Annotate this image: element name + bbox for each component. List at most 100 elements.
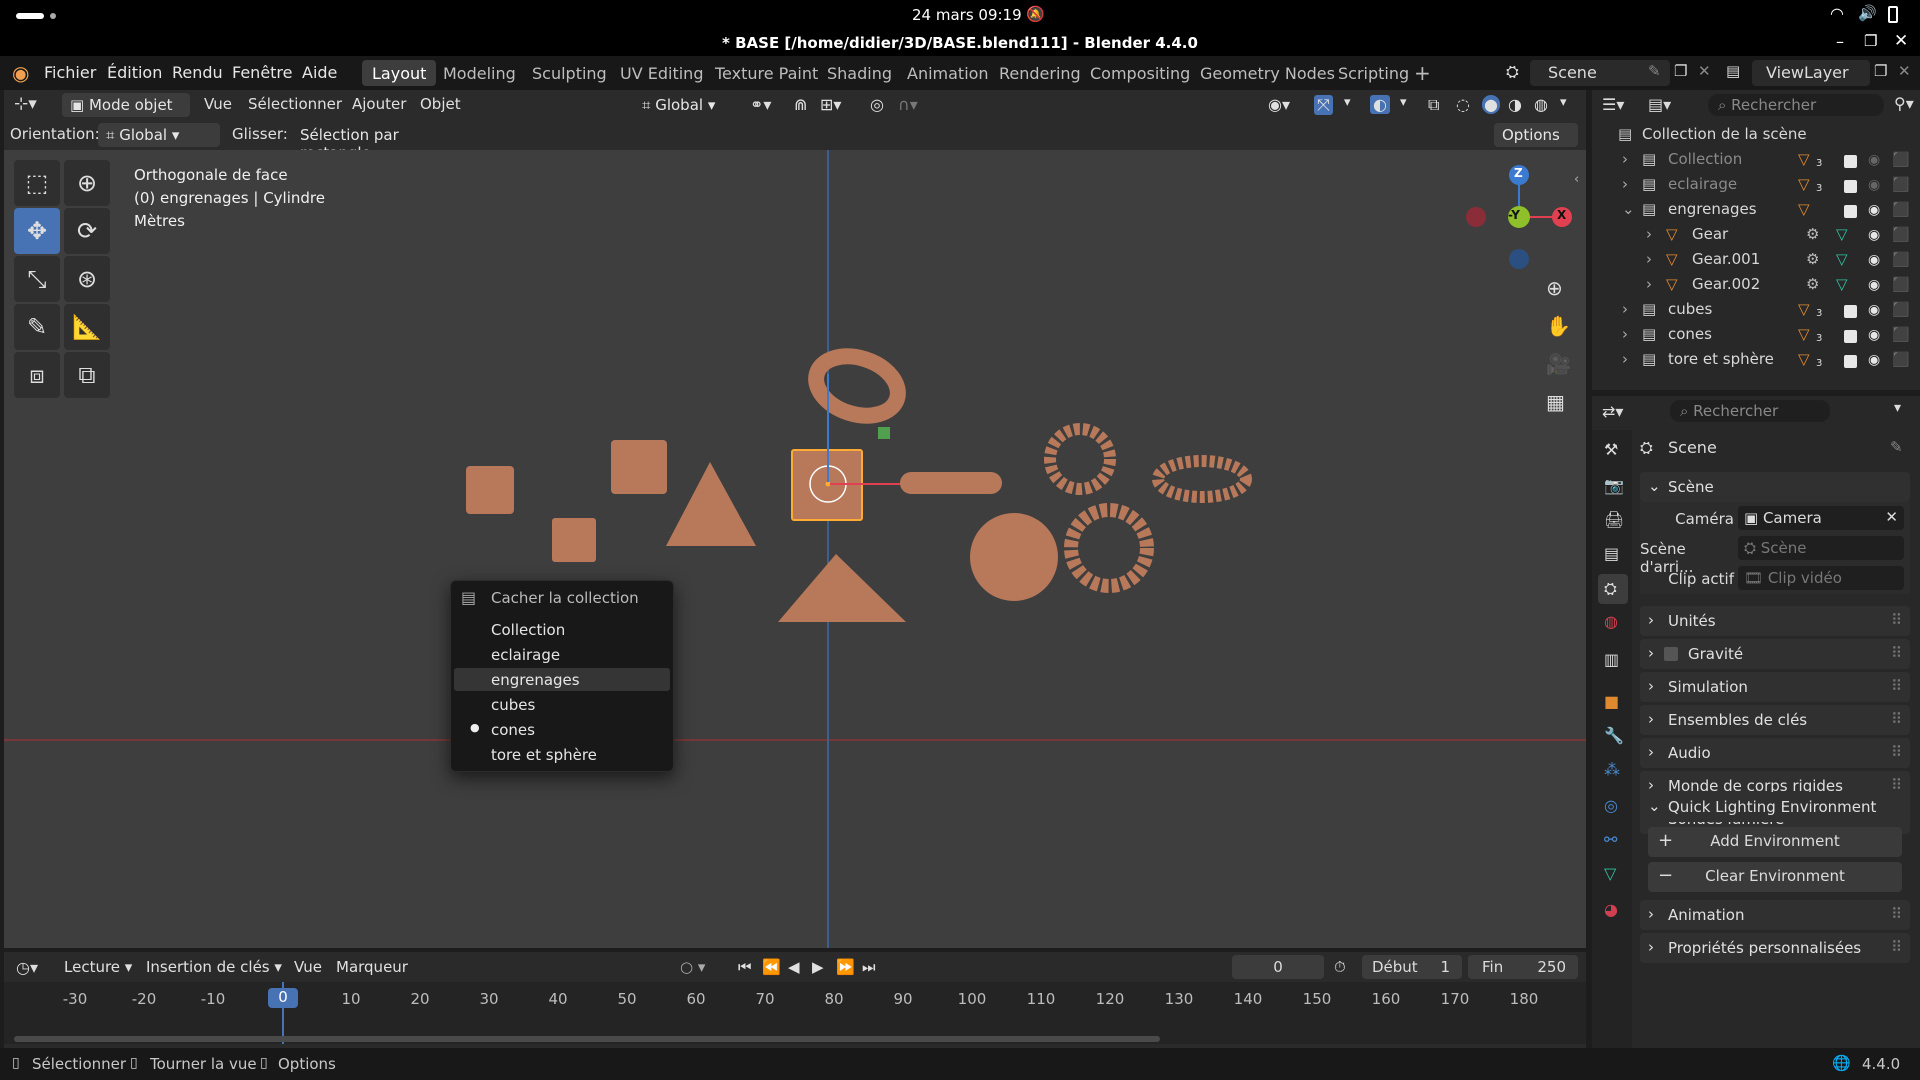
outliner-row[interactable]: › ▤ cones ▽ 3 ◉ ⬛	[1592, 324, 1920, 349]
scene-section-header[interactable]: ⌄ Scène	[1640, 472, 1910, 502]
output-tab-icon[interactable]: 🖨	[1604, 510, 1624, 529]
tool-tab-icon[interactable]: ⚒	[1604, 440, 1618, 459]
volume-icon[interactable]: 🔊	[1858, 4, 1877, 22]
camera-field[interactable]: ▣ Camera ✕	[1738, 506, 1904, 530]
drag-handle-icon[interactable]: ⠿	[1891, 611, 1902, 629]
xray-icon[interactable]: ⧉	[1428, 95, 1439, 115]
drag-handle-icon[interactable]: ⠿	[1891, 644, 1902, 662]
chevron-right-icon[interactable]: ›	[1622, 175, 1628, 193]
outliner-root[interactable]: ▤ Collection de la scène	[1592, 124, 1920, 149]
clear-camera-icon[interactable]: ✕	[1885, 508, 1898, 526]
menu-edit[interactable]: Édition	[107, 63, 162, 82]
exclude-checkbox[interactable]	[1844, 355, 1857, 368]
visibility-eye-icon[interactable]: ◉	[1868, 227, 1880, 243]
menu-item-collection[interactable]: Collection	[491, 621, 565, 639]
battery-icon[interactable]	[1888, 6, 1898, 23]
minimize-icon[interactable]: –	[1836, 32, 1844, 51]
chevron-right-icon[interactable]: ›	[1622, 325, 1628, 343]
rotate-tool[interactable]: ⟳	[64, 208, 110, 254]
wifi-icon[interactable]: ◠	[1830, 4, 1844, 23]
render-camera-icon[interactable]: ⬛	[1892, 302, 1909, 318]
add-object-tool[interactable]: ⧉	[64, 352, 110, 398]
outliner-row[interactable]: › ▤ cubes ▽ 3 ◉ ⬛	[1592, 299, 1920, 324]
exclude-checkbox[interactable]	[1844, 305, 1857, 318]
chevron-right-icon[interactable]: ›	[1646, 275, 1652, 293]
outliner-row[interactable]: › ▽ Gear.001 ⚙ ▽ ◉ ⬛	[1592, 249, 1920, 274]
menu-render[interactable]: Rendu	[172, 63, 223, 82]
shading-dropdown-icon[interactable]: ▾	[1560, 95, 1567, 110]
gizmo-dropdown-icon[interactable]: ▾	[1344, 95, 1351, 110]
world-tab-icon[interactable]: ◍	[1604, 612, 1618, 631]
timeline-editor-icon[interactable]: ◷▾	[16, 958, 38, 977]
menu-add[interactable]: Ajouter	[352, 95, 406, 113]
measure-tool[interactable]: 📐	[64, 304, 110, 350]
visibility-icon[interactable]: ◉▾	[1268, 95, 1290, 114]
drag-handle-icon[interactable]: ⠿	[1891, 938, 1902, 956]
properties-search-input[interactable]: ⌕ Rechercher	[1670, 400, 1830, 422]
viewlayer-selector[interactable]: ViewLayer	[1752, 60, 1870, 86]
chevron-right-icon[interactable]: ›	[1646, 225, 1652, 243]
tab-modeling[interactable]: Modeling	[433, 60, 526, 86]
constraints-tab-icon[interactable]: ⚯	[1604, 830, 1617, 849]
scale-tool[interactable]: ⤡	[14, 256, 60, 302]
property-section-header[interactable]: › Animation ⠿	[1640, 900, 1910, 930]
chevron-right-icon[interactable]: ›	[1622, 300, 1628, 318]
wireframe-shading-icon[interactable]: ◌	[1456, 95, 1470, 114]
visibility-eye-icon[interactable]: ◉	[1868, 352, 1880, 368]
solid-shading-icon[interactable]: ●	[1482, 95, 1500, 114]
properties-pin-icon[interactable]: ✎	[1890, 438, 1903, 456]
property-section-header[interactable]: › Ensembles de clés ⠿	[1640, 705, 1910, 735]
menu-item-tore-et-sphere[interactable]: tore et sphère	[491, 746, 597, 764]
visibility-eye-icon[interactable]: ◉	[1868, 302, 1880, 318]
exclude-checkbox[interactable]	[1844, 330, 1857, 343]
property-section-header[interactable]: › Simulation ⠿	[1640, 672, 1910, 702]
active-clip-field[interactable]: 🎞 Clip vidéo	[1738, 566, 1904, 590]
data-tab-icon[interactable]: ▽	[1604, 864, 1616, 883]
render-camera-icon[interactable]: ⬛	[1892, 352, 1909, 368]
property-section-header[interactable]: › Audio ⠿	[1640, 738, 1910, 768]
tab-shading[interactable]: Shading	[817, 60, 902, 86]
outliner-row[interactable]: › ▽ Gear.002 ⚙ ▽ ◉ ⬛	[1592, 274, 1920, 299]
chevron-right-icon[interactable]: ›	[1622, 150, 1628, 168]
playhead[interactable]: 0	[268, 988, 298, 1008]
visibility-eye-icon[interactable]: ◉	[1868, 177, 1880, 193]
exclude-checkbox[interactable]	[1844, 205, 1857, 218]
properties-options-icon[interactable]: ▾	[1894, 400, 1901, 416]
clear-environment-button[interactable]: − Clear Environment	[1648, 862, 1902, 892]
delete-viewlayer-icon[interactable]: ✕	[1898, 62, 1911, 80]
tab-scripting[interactable]: Scripting	[1328, 60, 1419, 86]
3d-viewport[interactable]: Orthogonale de face (0) engrenages | Cyl…	[4, 150, 1586, 948]
property-section-header[interactable]: › Gravité ⠿	[1640, 639, 1910, 669]
outliner-search-input[interactable]: ⌕ Rechercher	[1708, 94, 1884, 116]
rendered-shading-icon[interactable]: ◍	[1534, 95, 1548, 114]
pin-icon[interactable]: ✎	[1648, 62, 1661, 80]
filter-icon[interactable]: ⚲▾	[1894, 94, 1914, 113]
menu-help[interactable]: Aide	[302, 63, 337, 82]
quick-lighting-header[interactable]: ⌄ Quick Lighting Environment	[1640, 792, 1910, 822]
menu-select[interactable]: Sélectionner	[248, 95, 342, 113]
tab-animation[interactable]: Animation	[897, 60, 999, 86]
sidebar-toggle-icon[interactable]: ‹	[1574, 172, 1579, 187]
blender-logo-icon[interactable]: ◉	[12, 61, 29, 85]
auto-key-icon[interactable]: ○ ▾	[680, 958, 705, 976]
tab-texture-paint[interactable]: Texture Paint	[705, 60, 828, 86]
datetime[interactable]: 24 mars 09:19	[912, 6, 1022, 24]
ortho-toggle-icon[interactable]: ▦	[1546, 390, 1565, 414]
add-cube-tool[interactable]: ⧈	[14, 352, 60, 398]
annotate-tool[interactable]: ✎	[14, 304, 60, 350]
close-icon[interactable]: ✕	[1894, 31, 1908, 51]
tab-sculpting[interactable]: Sculpting	[522, 60, 617, 86]
nav-gizmo-y-label[interactable]: -Y	[1508, 208, 1520, 222]
render-camera-icon[interactable]: ⬛	[1892, 227, 1909, 243]
snap-target-icon[interactable]: ⊞▾	[820, 95, 841, 114]
properties-editor-icon[interactable]: ⇄▾	[1602, 402, 1623, 421]
editor-type-icon[interactable]: ⊹▾	[14, 94, 37, 114]
drag-dropdown[interactable]: Sélection par rectangle ▾	[292, 123, 482, 162]
menu-view[interactable]: Vue	[204, 95, 232, 113]
object-tab-icon[interactable]: ■	[1604, 692, 1619, 711]
visibility-eye-icon[interactable]: ◉	[1868, 277, 1880, 293]
pivot-icon[interactable]: ⚭▾	[750, 95, 771, 114]
chevron-right-icon[interactable]: ›	[1622, 350, 1628, 368]
exclude-checkbox[interactable]	[1844, 180, 1857, 193]
overlay-toggle-icon[interactable]: ◐	[1370, 95, 1390, 114]
